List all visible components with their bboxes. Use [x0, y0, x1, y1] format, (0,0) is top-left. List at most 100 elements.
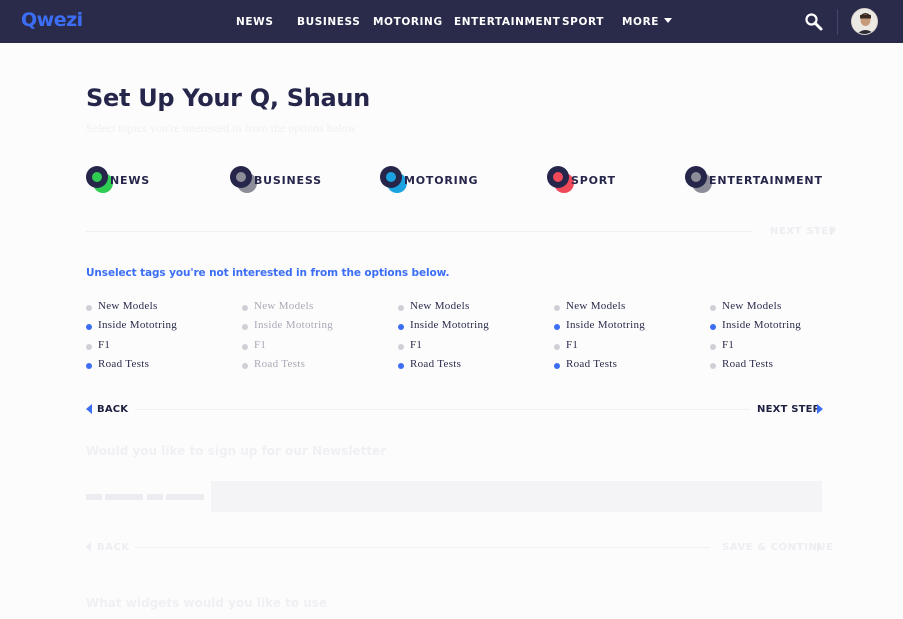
tag-label: Road Tests [98, 358, 150, 370]
tag-label: Inside Mototring [722, 319, 802, 331]
chevron-left-icon [86, 542, 91, 552]
placeholder-bar [86, 494, 102, 500]
page-title: Set Up Your Q, Shaun [86, 84, 370, 112]
tag-option[interactable]: Inside Mototring [86, 319, 226, 333]
avatar[interactable] [851, 8, 878, 35]
tag-option[interactable]: Inside Mototring [554, 319, 694, 333]
unselected-dot-icon [710, 305, 716, 311]
chevron-left-icon [86, 404, 92, 414]
tag-option[interactable]: New Models [398, 300, 538, 314]
tag-option[interactable]: Inside Mototring [398, 319, 538, 333]
tag-label: F1 [566, 339, 579, 351]
category-label: ENTERTAINMENT [709, 174, 823, 187]
tag-option[interactable]: Road Tests [242, 358, 382, 372]
nav-more-label: MORE [622, 16, 660, 28]
tag-option[interactable]: F1 [710, 339, 850, 353]
tag-option[interactable]: New Models [86, 300, 226, 314]
unselected-dot-icon [86, 344, 92, 350]
unselected-dot-icon [242, 363, 248, 369]
unselected-dot-icon [554, 305, 560, 311]
unselected-dot-icon [242, 305, 248, 311]
back-label: BACK [97, 404, 129, 415]
tag-label: Inside Mototring [254, 319, 334, 331]
tag-label: New Models [98, 300, 158, 312]
tag-option[interactable]: Inside Mototring [710, 319, 850, 333]
tag-label: Inside Mototring [410, 319, 490, 331]
category-label: NEWS [110, 174, 150, 187]
nav-item-more[interactable]: MORE [622, 16, 673, 28]
tag-option[interactable]: Inside Mototring [242, 319, 382, 333]
logo[interactable]: Qwezi [21, 9, 83, 31]
selected-dot-icon [554, 363, 560, 369]
selected-dot-icon [710, 324, 716, 330]
nav-item-sport[interactable]: SPORT [562, 16, 604, 28]
tag-label: Road Tests [254, 358, 306, 370]
tag-label: New Models [566, 300, 626, 312]
tag-label: F1 [98, 339, 111, 351]
newsletter-back-button[interactable]: BACK [97, 542, 130, 553]
unselected-dot-icon [398, 344, 404, 350]
category-business[interactable]: BUSINESS [230, 166, 321, 194]
newsletter-question: Would you like to sign up for our Newsle… [86, 444, 387, 458]
chevron-right-icon [817, 542, 822, 552]
tag-label: Road Tests [722, 358, 774, 370]
step-divider [86, 231, 752, 232]
placeholder-bar [147, 494, 163, 500]
category-label: BUSINESS [254, 174, 322, 187]
newsletter-email-input[interactable] [211, 481, 822, 512]
category-sport[interactable]: SPORT [547, 166, 615, 194]
next-step-button[interactable]: NEXT STEP [757, 403, 827, 417]
unselected-dot-icon [710, 363, 716, 369]
tag-option[interactable]: Road Tests [86, 358, 226, 372]
step1-next-button[interactable]: NEXT STEP [770, 226, 837, 237]
unselected-dot-icon [554, 344, 560, 350]
nav-item-motoring[interactable]: MOTORING [373, 16, 443, 28]
tag-option[interactable]: F1 [86, 339, 226, 353]
tag-option[interactable]: F1 [242, 339, 382, 353]
unselected-dot-icon [86, 305, 92, 311]
unselected-dot-icon [398, 305, 404, 311]
top-nav-bar: Qwezi NEWS BUSINESS MOTORING ENTERTAINME… [0, 0, 903, 43]
selected-dot-icon [86, 324, 92, 330]
nav-item-business[interactable]: BUSINESS [297, 16, 360, 28]
selected-dot-icon [86, 363, 92, 369]
unselected-dot-icon [242, 324, 248, 330]
tag-option[interactable]: Road Tests [710, 358, 850, 372]
selected-dot-icon [554, 324, 560, 330]
category-motoring[interactable]: MOTORING [380, 166, 478, 194]
back-button[interactable]: BACK [86, 403, 136, 417]
nav-item-news[interactable]: NEWS [236, 16, 274, 28]
nav-item-entertainment[interactable]: ENTERTAINMENT [454, 16, 560, 28]
category-label: SPORT [571, 174, 616, 187]
tag-option[interactable]: New Models [710, 300, 850, 314]
tag-label: Inside Mototring [98, 319, 178, 331]
step-divider [135, 547, 710, 548]
next-step-label: NEXT STEP [757, 404, 821, 415]
tag-label: Road Tests [566, 358, 618, 370]
tag-label: New Models [410, 300, 470, 312]
tag-label: New Models [254, 300, 314, 312]
category-entertainment[interactable]: ENTERTAINMENT [685, 166, 822, 194]
tag-label: New Models [722, 300, 782, 312]
tag-label: Inside Mototring [566, 319, 646, 331]
tag-option[interactable]: New Models [242, 300, 382, 314]
placeholder-bar [105, 494, 143, 500]
placeholder-bar [166, 494, 204, 500]
category-news[interactable]: NEWS [86, 166, 149, 194]
tags-instruction: Unselect tags you're not interested in f… [86, 267, 450, 279]
tag-option[interactable]: New Models [554, 300, 694, 314]
selected-dot-icon [398, 363, 404, 369]
unselected-dot-icon [710, 344, 716, 350]
chevron-down-icon [664, 18, 673, 23]
step-divider [135, 409, 750, 410]
tag-option[interactable]: Road Tests [554, 358, 694, 372]
tag-label: F1 [410, 339, 423, 351]
chevron-right-icon [817, 404, 823, 414]
tag-label: F1 [722, 339, 735, 351]
tag-label: Road Tests [410, 358, 462, 370]
search-icon[interactable] [804, 12, 824, 32]
tag-option[interactable]: F1 [398, 339, 538, 353]
tag-option[interactable]: F1 [554, 339, 694, 353]
tag-option[interactable]: Road Tests [398, 358, 538, 372]
chevron-right-icon [830, 226, 835, 236]
